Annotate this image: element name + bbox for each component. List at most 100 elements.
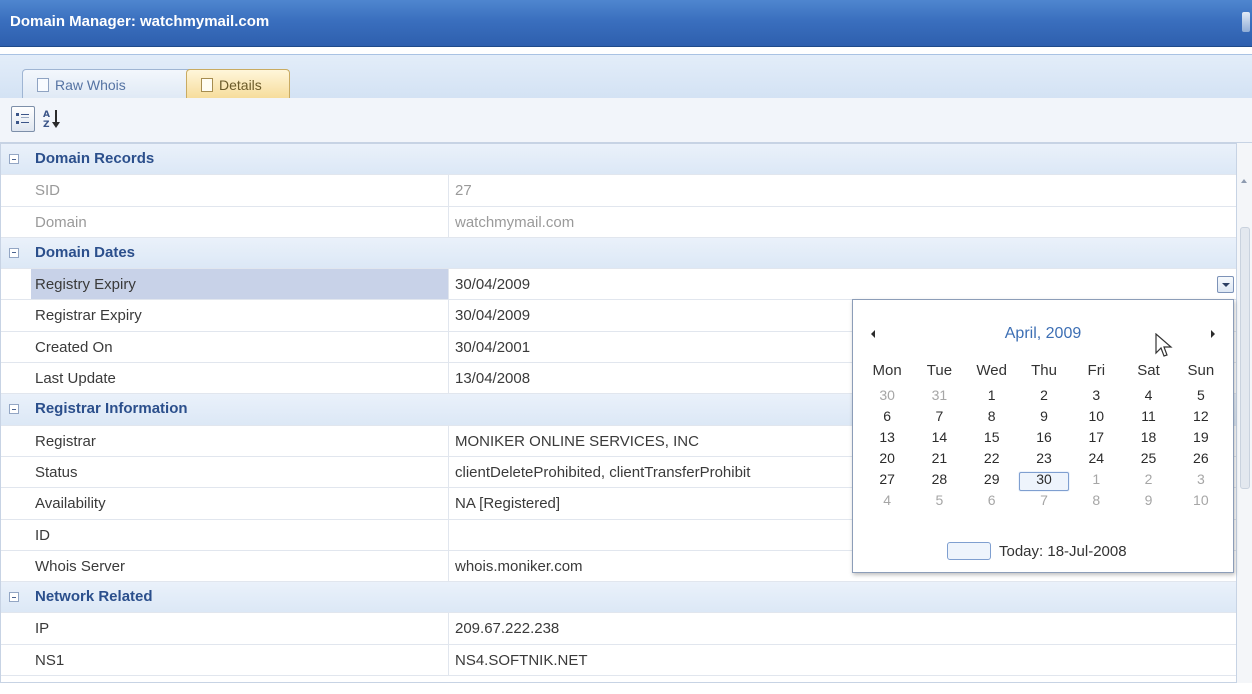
category-domain-records[interactable]: Domain Records: [1, 144, 1236, 176]
sort-az-icon: A Z: [43, 110, 60, 130]
property-value: 209.67.222.238: [455, 620, 560, 638]
property-label: Registrar: [35, 432, 96, 450]
calendar-day[interactable]: 8: [1070, 492, 1122, 513]
calendar-day[interactable]: 10: [1070, 408, 1122, 429]
property-toolbar: A Z: [0, 98, 1252, 143]
calendar-day[interactable]: 22: [966, 450, 1018, 471]
property-value-editor[interactable]: 30/04/2009: [455, 276, 530, 293]
today-marker-icon: [947, 542, 991, 560]
calendar-day-selected[interactable]: 30: [1017, 471, 1071, 492]
collapse-icon[interactable]: [9, 592, 19, 603]
property-label: Last Update: [35, 370, 116, 388]
calendar-day[interactable]: 6: [861, 408, 913, 429]
calendar-day[interactable]: 1: [1070, 471, 1122, 492]
calendar-day[interactable]: 9: [1122, 492, 1174, 513]
scroll-thumb[interactable]: [1240, 227, 1250, 489]
weekday-label: Wed: [976, 362, 1007, 379]
property-row-domain[interactable]: Domain watchmymail.com: [1, 206, 1236, 238]
category-network-related[interactable]: Network Related: [1, 582, 1236, 614]
calendar-day[interactable]: 11: [1122, 408, 1174, 429]
calendar-day[interactable]: 4: [861, 492, 913, 513]
calendar-day[interactable]: 26: [1175, 450, 1227, 471]
property-label: IP: [35, 620, 50, 638]
collapse-icon[interactable]: [9, 247, 19, 258]
calendar-day[interactable]: 13: [861, 429, 913, 450]
calendar-day[interactable]: 24: [1070, 450, 1122, 471]
calendar-month-label[interactable]: April, 2009: [853, 325, 1233, 343]
property-row-sid[interactable]: SID 27: [1, 175, 1236, 207]
categorized-icon: [16, 113, 29, 124]
calendar-day[interactable]: 4: [1122, 387, 1174, 408]
calendar-day[interactable]: 30: [861, 387, 913, 408]
property-value: 13/04/2008: [455, 370, 531, 388]
calendar-day[interactable]: 18: [1122, 429, 1174, 450]
calendar-day[interactable]: 12: [1175, 408, 1227, 429]
calendar-day[interactable]: 7: [913, 408, 965, 429]
calendar-day[interactable]: 6: [966, 492, 1018, 513]
tab-raw-whois[interactable]: Raw Whois: [22, 69, 194, 99]
scroll-up-arrow-icon[interactable]: [1241, 179, 1247, 183]
calendar-day[interactable]: 5: [1175, 387, 1227, 408]
property-label: Registry Expiry: [35, 276, 136, 294]
calendar-day[interactable]: 16: [1018, 429, 1070, 450]
property-label: Availability: [35, 495, 106, 513]
property-value: whois.moniker.com: [455, 557, 583, 575]
window-title: Domain Manager: watchmymail.com: [10, 13, 270, 30]
property-value: NA [Registered]: [455, 495, 561, 513]
calendar-day[interactable]: 5: [913, 492, 965, 513]
window-corner-icon[interactable]: [1242, 12, 1250, 32]
property-value: clientDeleteProhibited, clientTransferPr…: [455, 463, 751, 481]
collapse-icon[interactable]: [9, 404, 19, 415]
calendar-day[interactable]: 19: [1175, 429, 1227, 450]
property-row-ns1[interactable]: NS1 NS4.SOFTNIK.NET: [1, 644, 1236, 677]
property-row-registry-expiry[interactable]: Registry Expiry 30/04/2009: [1, 269, 1236, 301]
property-value: watchmymail.com: [455, 213, 575, 231]
calendar-day[interactable]: 25: [1122, 450, 1174, 471]
category-label: Network Related: [35, 588, 153, 606]
calendar-day[interactable]: 15: [966, 429, 1018, 450]
categorized-view-button[interactable]: [11, 106, 35, 132]
calendar-day[interactable]: 2: [1122, 471, 1174, 492]
property-row-ip[interactable]: IP 209.67.222.238: [1, 613, 1236, 645]
calendar-day[interactable]: 1: [966, 387, 1018, 408]
calendar-day[interactable]: 29: [966, 471, 1018, 492]
calendar-day[interactable]: 14: [913, 429, 965, 450]
date-dropdown-button[interactable]: [1217, 276, 1234, 294]
calendar-day[interactable]: 9: [1018, 408, 1070, 429]
property-label: NS1: [35, 651, 65, 669]
calendar-day[interactable]: 27: [861, 471, 913, 492]
calendar-day[interactable]: 31: [913, 387, 965, 408]
calendar-day[interactable]: 28: [913, 471, 965, 492]
tab-details-label: Details: [219, 76, 262, 93]
calendar-day[interactable]: 2: [1018, 387, 1070, 408]
property-label: Whois Server: [35, 557, 126, 575]
calendar-day[interactable]: 8: [966, 408, 1018, 429]
calendar-day[interactable]: 21: [913, 450, 965, 471]
calendar-day[interactable]: 7: [1018, 492, 1070, 513]
calendar-day[interactable]: 3: [1175, 471, 1227, 492]
today-label: Today: 18-Jul-2008: [999, 542, 1127, 560]
calendar-day[interactable]: 20: [861, 450, 913, 471]
property-label: ID: [35, 526, 50, 544]
calendar-day[interactable]: 17: [1070, 429, 1122, 450]
window-title-bar: Domain Manager: watchmymail.com: [0, 0, 1252, 47]
property-value: MONIKER ONLINE SERVICES, INC: [455, 432, 699, 450]
weekday-label: Fri: [1087, 362, 1106, 379]
mouse-cursor-icon: [1155, 333, 1173, 357]
weekday-label: Thu: [1031, 362, 1057, 379]
calendar-day[interactable]: 23: [1018, 450, 1070, 471]
calendar-day[interactable]: 10: [1175, 492, 1227, 513]
next-month-arrow-icon[interactable]: [1211, 330, 1215, 338]
tab-details[interactable]: Details: [186, 69, 290, 99]
property-label: Created On: [35, 338, 113, 356]
property-value: 30/04/2001: [455, 338, 531, 356]
vertical-scrollbar[interactable]: [1237, 143, 1252, 683]
alphabetical-sort-button[interactable]: A Z: [40, 106, 64, 132]
property-label: Status: [35, 463, 78, 481]
category-domain-dates[interactable]: Domain Dates: [1, 237, 1236, 270]
calendar-day[interactable]: 3: [1070, 387, 1122, 408]
date-picker-popup: April, 2009 Mon Tue Wed Thu Fri Sat Sun …: [852, 299, 1234, 573]
today-link[interactable]: Today: 18-Jul-2008: [947, 542, 1127, 560]
property-value: NS4.SOFTNIK.NET: [455, 651, 588, 669]
collapse-icon[interactable]: [9, 154, 19, 164]
